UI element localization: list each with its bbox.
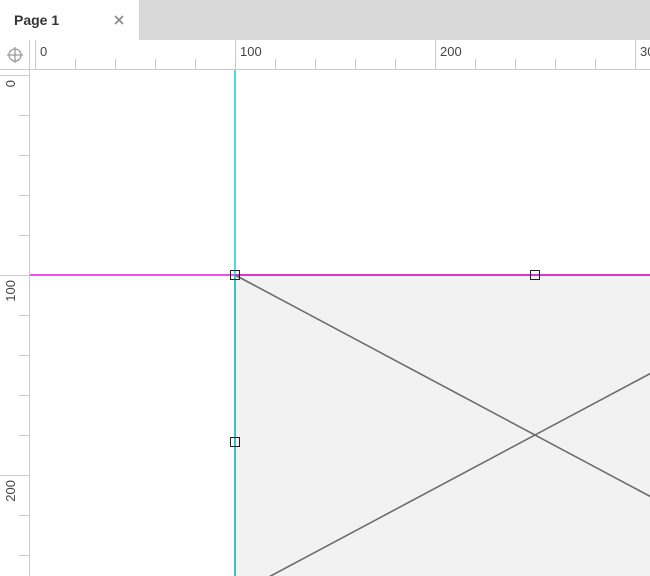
selection-handle[interactable]	[230, 270, 240, 280]
ruler-v-label: 0	[3, 80, 18, 87]
tab-page-1[interactable]: Page 1	[0, 0, 140, 40]
ruler-h-label: 0	[40, 44, 47, 59]
ruler-h-label: 200	[440, 44, 462, 59]
ruler-vertical[interactable]: 0 100 200	[0, 70, 30, 576]
ruler-v-label: 200	[3, 480, 18, 502]
ruler-origin[interactable]	[0, 40, 30, 70]
tab-bar: Page 1	[0, 0, 650, 40]
close-icon[interactable]	[109, 10, 129, 30]
selection-handle[interactable]	[530, 270, 540, 280]
tab-label: Page 1	[14, 12, 109, 28]
selection-handle[interactable]	[230, 437, 240, 447]
ruler-v-label: 100	[3, 280, 18, 302]
canvas-svg	[30, 70, 650, 576]
ruler-h-label: 100	[240, 44, 262, 59]
image-placeholder-frame	[235, 275, 650, 576]
canvas[interactable]	[30, 70, 650, 576]
ruler-h-label: 300	[640, 44, 650, 59]
ruler-horizontal[interactable]: 0 100 200 300	[30, 40, 650, 70]
